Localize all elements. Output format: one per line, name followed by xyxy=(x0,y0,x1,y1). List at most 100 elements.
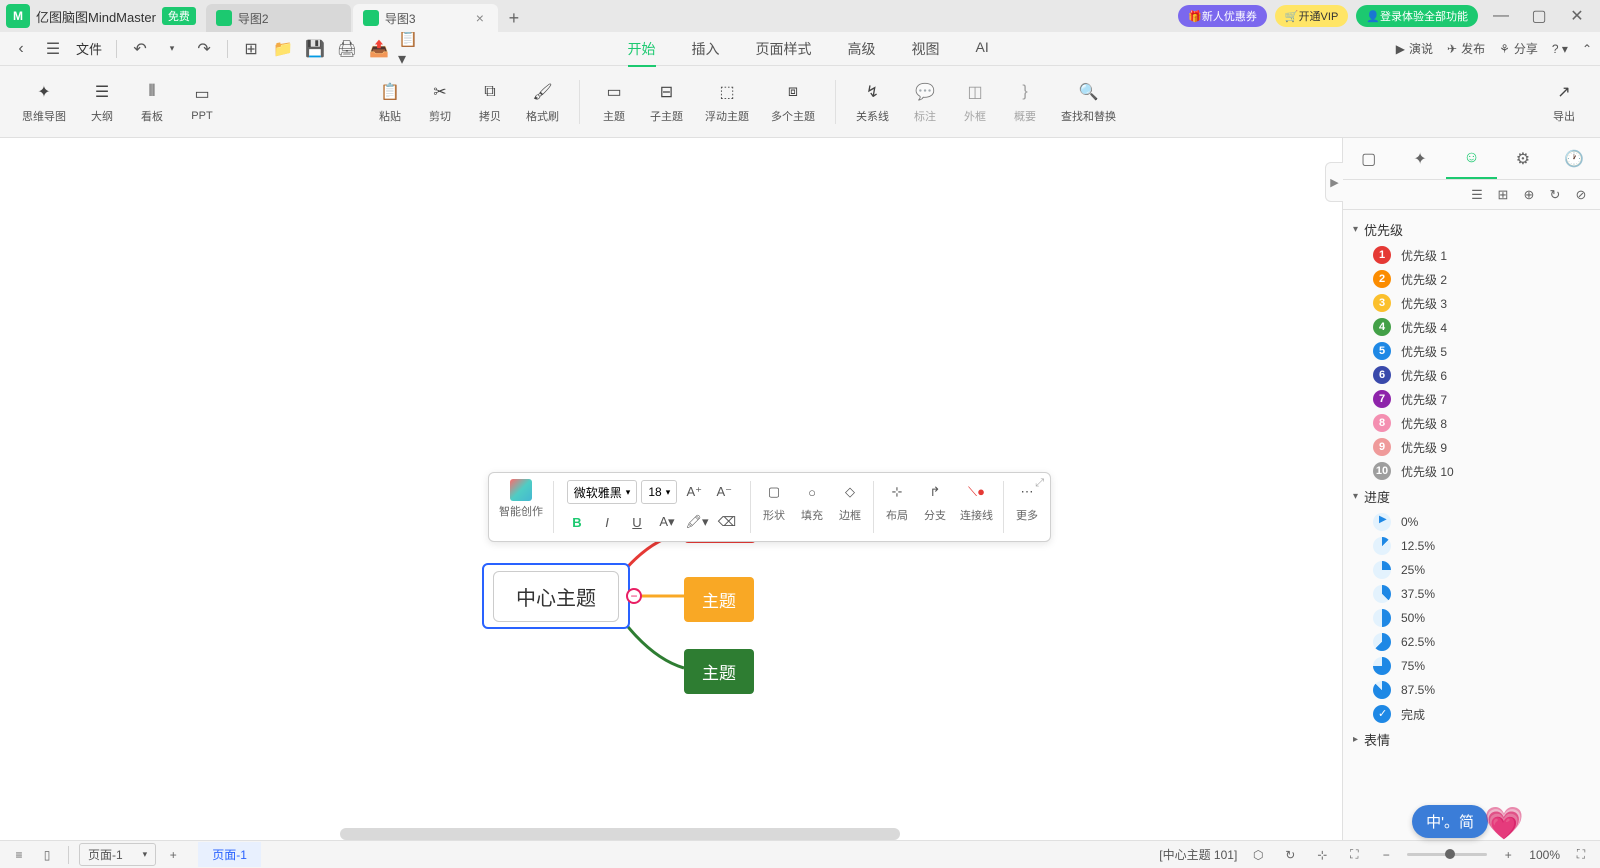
save-icon[interactable]: 💾 xyxy=(302,36,328,62)
ime-indicator[interactable]: 中'。简 xyxy=(1412,805,1488,838)
kanban-mode-button[interactable]: ⫴看板 xyxy=(128,76,176,128)
topic-node-3[interactable]: 主题 xyxy=(684,649,754,694)
callout-button[interactable]: 💬标注 xyxy=(901,76,949,128)
ai-label[interactable]: 智能创作 xyxy=(499,503,543,519)
cut-button[interactable]: ✂剪切 xyxy=(416,76,464,128)
export-button[interactable]: ↗导出 xyxy=(1540,76,1588,128)
border-icon[interactable]: ◇ xyxy=(837,479,863,505)
fullscreen-icon[interactable]: ⛶ xyxy=(1570,844,1592,866)
center-node[interactable]: 中心主题 − xyxy=(482,563,630,629)
progress-item[interactable]: ▶0% xyxy=(1343,510,1600,534)
priority-item[interactable]: 3优先级 3 xyxy=(1343,291,1600,315)
tab-advanced[interactable]: 高级 xyxy=(848,33,876,65)
sb-icon-3[interactable]: ⊹ xyxy=(1311,844,1333,866)
priority-item[interactable]: 5优先级 5 xyxy=(1343,339,1600,363)
close-tab-icon[interactable]: × xyxy=(472,10,488,26)
multi-topic-button[interactable]: ⧈多个主题 xyxy=(761,76,825,128)
priority-item[interactable]: 10优先级 10 xyxy=(1343,459,1600,483)
priority-item[interactable]: 6优先级 6 xyxy=(1343,363,1600,387)
layout-icon[interactable]: ⊹ xyxy=(884,479,910,505)
rp-tab-ai[interactable]: ✦ xyxy=(1394,138,1445,179)
connector-icon[interactable]: ⟍● xyxy=(964,479,990,505)
tab-insert[interactable]: 插入 xyxy=(692,33,720,65)
present-button[interactable]: ▶ 演说 xyxy=(1396,40,1433,57)
tab-doc-2[interactable]: 导图3 × xyxy=(353,4,498,32)
priority-item[interactable]: 4优先级 4 xyxy=(1343,315,1600,339)
format-painter-button[interactable]: 🖌格式刷 xyxy=(516,76,569,128)
font-decrease-icon[interactable]: A⁻ xyxy=(711,479,737,505)
refresh-icon[interactable]: ↻ xyxy=(1546,186,1564,204)
collapse-children-button[interactable]: − xyxy=(626,588,642,604)
share-button[interactable]: ⚘ 分享 xyxy=(1499,40,1538,57)
emoji-section-header[interactable]: ▸ 表情 xyxy=(1343,726,1600,753)
font-family-select[interactable]: 微软雅黑 ▾ xyxy=(567,480,638,504)
highlight-button[interactable]: 🖍▾ xyxy=(684,509,710,535)
page-select[interactable]: 页面-1▾ xyxy=(79,843,156,866)
tab-page-style[interactable]: 页面样式 xyxy=(756,33,812,65)
minimize-icon[interactable]: — xyxy=(1486,1,1516,31)
progress-item[interactable]: 50% xyxy=(1343,606,1600,630)
maximize-icon[interactable]: ▢ xyxy=(1524,1,1554,31)
file-menu[interactable]: 文件 xyxy=(72,39,106,58)
floating-topic-button[interactable]: ⬚浮动主题 xyxy=(695,76,759,128)
tab-doc-1[interactable]: 导图2 xyxy=(206,4,351,32)
priority-item[interactable]: 1优先级 1 xyxy=(1343,243,1600,267)
add-page-button[interactable]: + xyxy=(162,844,184,866)
print-icon[interactable]: 🖨 xyxy=(334,36,360,62)
publish-button[interactable]: ✈ 发布 xyxy=(1447,40,1485,57)
font-color-button[interactable]: A▾ xyxy=(654,509,680,535)
tab-view[interactable]: 视图 xyxy=(912,33,940,65)
undo-dropdown-icon[interactable]: ▾ xyxy=(159,36,185,62)
subtopic-button[interactable]: ⊟子主题 xyxy=(640,76,693,128)
close-icon[interactable]: ✕ xyxy=(1562,1,1592,31)
hide-icon[interactable]: ⊘ xyxy=(1572,186,1590,204)
sb-icon-1[interactable]: ⬡ xyxy=(1247,844,1269,866)
priority-item[interactable]: 2优先级 2 xyxy=(1343,267,1600,291)
zoom-slider[interactable] xyxy=(1407,853,1487,856)
summary-button[interactable]: }概要 xyxy=(1001,76,1049,128)
clear-format-button[interactable]: ⌫ xyxy=(714,509,740,535)
export-dropdown-icon[interactable]: 📤 xyxy=(366,36,392,62)
float-close-icon[interactable]: ⤢ xyxy=(1035,477,1044,490)
zoom-in-icon[interactable]: + xyxy=(1497,844,1519,866)
relation-button[interactable]: ↯关系线 xyxy=(846,76,899,128)
more-dropdown-icon[interactable]: 📋▾ xyxy=(398,36,424,62)
progress-item[interactable]: 87.5% xyxy=(1343,678,1600,702)
tab-ai[interactable]: AI xyxy=(976,33,989,65)
vip-pill[interactable]: 🛒 开通VIP xyxy=(1275,5,1348,27)
rp-tab-settings[interactable]: ⚙ xyxy=(1497,138,1548,179)
shape-icon[interactable]: ▢ xyxy=(761,479,787,505)
mindmap-mode-button[interactable]: ✦思维导图 xyxy=(12,76,76,128)
zoom-out-icon[interactable]: − xyxy=(1375,844,1397,866)
progress-section-header[interactable]: ▾ 进度 xyxy=(1343,483,1600,510)
progress-item[interactable]: 25% xyxy=(1343,558,1600,582)
bold-button[interactable]: B xyxy=(564,509,590,535)
topic-button[interactable]: ▭主题 xyxy=(590,76,638,128)
priority-section-header[interactable]: ▾ 优先级 xyxy=(1343,216,1600,243)
progress-item[interactable]: 75% xyxy=(1343,654,1600,678)
priority-item[interactable]: 8优先级 8 xyxy=(1343,411,1600,435)
progress-item[interactable]: 62.5% xyxy=(1343,630,1600,654)
tab-start[interactable]: 开始 xyxy=(628,33,656,65)
fill-icon[interactable]: ○ xyxy=(799,479,825,505)
help-icon[interactable]: ? ▾ xyxy=(1552,42,1568,56)
canvas[interactable]: 中心主题 − 主题 主题 ⤢ 智能创作 微软雅黑 ▾ 18 ▾ A⁺ A⁻ xyxy=(0,138,1342,840)
find-replace-button[interactable]: 🔍查找和替换 xyxy=(1051,76,1126,128)
outline-toggle-icon[interactable]: ≡ xyxy=(8,844,30,866)
redo-icon[interactable]: ↷ xyxy=(191,36,217,62)
rp-tab-style[interactable]: ▢ xyxy=(1343,138,1394,179)
priority-item[interactable]: 7优先级 7 xyxy=(1343,387,1600,411)
grid-view-icon[interactable]: ⊞ xyxy=(1494,186,1512,204)
coupon-pill[interactable]: 🎁 新人优惠券 xyxy=(1178,5,1267,27)
new-icon[interactable]: ⊞ xyxy=(238,36,264,62)
back-icon[interactable]: ‹ xyxy=(8,36,34,62)
open-icon[interactable]: 📁 xyxy=(270,36,296,62)
rp-tab-history[interactable]: 🕐 xyxy=(1549,138,1600,179)
zoom-level[interactable]: 100% xyxy=(1529,848,1560,862)
sb-icon-2[interactable]: ↻ xyxy=(1279,844,1301,866)
progress-item[interactable]: 37.5% xyxy=(1343,582,1600,606)
undo-icon[interactable]: ↶ xyxy=(127,36,153,62)
horizontal-scrollbar[interactable] xyxy=(340,828,900,840)
page-icon[interactable]: ▯ xyxy=(36,844,58,866)
rp-tab-icon[interactable]: ☺ xyxy=(1446,138,1497,179)
